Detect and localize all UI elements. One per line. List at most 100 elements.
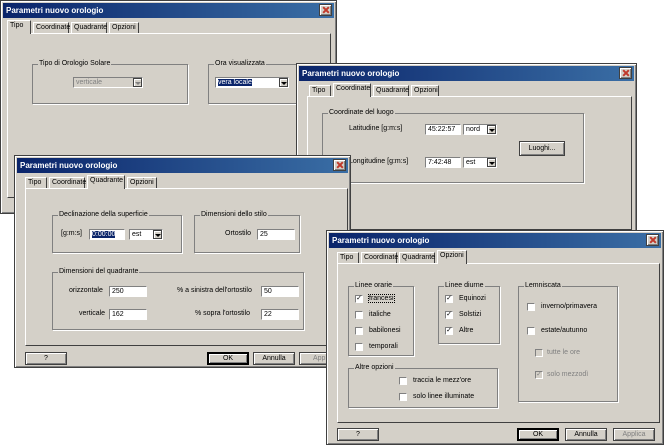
tab-coordinate[interactable]: Coordinate xyxy=(361,252,398,263)
left-percent-field[interactable]: 50 xyxy=(261,286,299,297)
window-title: Parametri nuovo orologio xyxy=(332,236,430,245)
horizontal-label: orizzontale xyxy=(69,287,103,294)
group-label: Altre opzioni xyxy=(354,364,395,371)
ok-button[interactable]: OK xyxy=(517,428,559,441)
babilonesi-checkbox[interactable] xyxy=(355,327,363,335)
estate-checkbox[interactable] xyxy=(527,327,535,335)
title-bar[interactable]: Parametri nuovo orologio xyxy=(329,233,661,248)
chevron-down-icon[interactable] xyxy=(487,125,496,134)
solo-mezzodi-checkbox: ✓ xyxy=(535,371,543,379)
ortostilo-field[interactable]: 25 xyxy=(257,229,295,240)
cancel-button[interactable]: Annulla xyxy=(253,352,295,365)
title-bar[interactable]: Parametri nuovo orologio xyxy=(299,66,634,81)
latitude-label: Latitudine [g:m:s] xyxy=(349,125,403,132)
tab-panel: Declinazione della superficie [g:m:s] 0:… xyxy=(25,188,348,346)
close-icon[interactable] xyxy=(333,159,346,171)
francesi-label: francesi xyxy=(368,294,395,303)
apply-button: Applica xyxy=(613,428,655,441)
tab-quadrante[interactable]: Quadrante xyxy=(373,85,409,96)
close-icon[interactable] xyxy=(646,234,659,246)
temporali-label: temporali xyxy=(369,343,398,350)
group-stilo: Dimensioni dello stilo Ortostilo 25 xyxy=(194,211,300,253)
tab-tipo[interactable]: Tipo xyxy=(7,20,31,34)
cancel-button[interactable]: Annulla xyxy=(565,428,607,441)
horizontal-field[interactable]: 250 xyxy=(109,286,147,297)
mezzore-label: traccia le mezz'ore xyxy=(413,377,472,384)
tab-opzioni[interactable]: Opzioni xyxy=(127,177,157,188)
declination-field[interactable]: 0:00:00 xyxy=(89,229,125,240)
group-label: Lemniscata xyxy=(524,282,562,289)
tab-opzioni[interactable]: Opzioni xyxy=(437,250,467,264)
longitude-label: Longitudine [g:m:s] xyxy=(349,158,409,165)
tab-coordinate[interactable]: Coordinate xyxy=(333,83,371,97)
time-shown-select[interactable]: vera locale xyxy=(215,77,289,88)
chevron-down-icon[interactable] xyxy=(487,158,496,167)
latitude-direction-select[interactable]: nord xyxy=(463,124,497,135)
title-bar[interactable]: Parametri nuovo orologio xyxy=(17,158,348,173)
window-title: Parametri nuovo orologio xyxy=(302,69,400,78)
time-shown-value: vera locale xyxy=(218,79,252,86)
help-button[interactable]: ? xyxy=(337,428,379,441)
above-percent-field[interactable]: 22 xyxy=(261,309,299,320)
tutte-ore-checkbox xyxy=(535,349,543,357)
babilonesi-label: babilonesi xyxy=(369,327,401,334)
altre-checkbox[interactable]: ✓ xyxy=(445,327,453,335)
tab-quadrante[interactable]: Quadrante xyxy=(399,252,435,263)
tab-panel: Linee orarie ✓ francesi italiche babilon… xyxy=(337,263,660,423)
close-icon[interactable] xyxy=(619,67,632,79)
illuminate-label: solo linee illuminate xyxy=(413,393,475,400)
title-bar[interactable]: Parametri nuovo orologio xyxy=(3,3,334,18)
group-label: Dimensioni del quadrante xyxy=(58,268,140,275)
ortostilo-label: Ortostilo xyxy=(225,230,252,237)
close-icon[interactable] xyxy=(319,4,332,16)
tab-quadrante[interactable]: Quadrante xyxy=(71,22,107,33)
declination-value: 0:00:00 xyxy=(92,231,116,238)
equinozi-checkbox[interactable]: ✓ xyxy=(445,295,453,303)
window-title: Parametri nuovo orologio xyxy=(6,6,104,15)
longitude-direction-select[interactable]: est xyxy=(463,157,497,168)
declination-label: [g:m:s] xyxy=(61,230,83,237)
latitude-field[interactable]: 45:22:57 xyxy=(425,124,461,135)
altre-label: Altre xyxy=(459,327,474,334)
tab-opzioni[interactable]: Opzioni xyxy=(109,22,139,33)
francesi-checkbox[interactable]: ✓ xyxy=(355,295,363,303)
temporali-checkbox[interactable] xyxy=(355,343,363,351)
tab-panel: Coordinate del luogo Latitudine [g:m:s] … xyxy=(307,96,632,230)
longitude-field[interactable]: 7:42:48 xyxy=(425,157,461,168)
places-button[interactable]: Luoghi... xyxy=(519,141,565,156)
tab-tipo[interactable]: Tipo xyxy=(309,85,331,96)
latitude-direction-value: nord xyxy=(466,126,481,133)
group-label: Linee diurne xyxy=(444,282,485,289)
tab-tipo[interactable]: Tipo xyxy=(337,252,359,263)
inverno-checkbox[interactable] xyxy=(527,303,535,311)
help-button[interactable]: ? xyxy=(25,352,67,365)
vertical-field[interactable]: 162 xyxy=(109,309,147,320)
solstizi-checkbox[interactable]: ✓ xyxy=(445,311,453,319)
group-label: Ora visualizzata xyxy=(214,60,266,67)
italiche-checkbox[interactable] xyxy=(355,311,363,319)
chevron-down-icon[interactable] xyxy=(153,230,162,239)
illuminate-checkbox[interactable] xyxy=(399,393,407,401)
solar-type-select: verticale xyxy=(73,77,143,88)
tab-opzioni[interactable]: Opzioni xyxy=(411,85,439,96)
chevron-down-icon[interactable] xyxy=(279,78,288,87)
mezzore-checkbox[interactable] xyxy=(399,377,407,385)
dialog-opzioni: Parametri nuovo orologio Tipo Coordinate… xyxy=(326,230,664,445)
ok-button[interactable]: OK xyxy=(207,352,249,365)
solo-mezzodi-label: solo mezzodì xyxy=(547,371,589,378)
vertical-label: verticale xyxy=(79,310,106,317)
tab-quadrante[interactable]: Quadrante xyxy=(87,175,125,189)
tab-tipo[interactable]: Tipo xyxy=(25,177,47,188)
tab-coordinate[interactable]: Coordinate xyxy=(33,22,70,33)
solar-type-value: verticale xyxy=(76,79,103,86)
tab-coordinate[interactable]: Coordinate xyxy=(49,177,86,188)
declination-direction-select[interactable]: est xyxy=(129,229,163,240)
group-dimensions: Dimensioni del quadrante orizzontale 250… xyxy=(52,268,304,330)
group-lemniscata: Lemniscata inverno/primavera estate/autu… xyxy=(518,282,618,402)
window-title: Parametri nuovo orologio xyxy=(20,161,118,170)
longitude-direction-value: est xyxy=(466,159,476,166)
solstizi-label: Solstizi xyxy=(459,311,482,318)
group-other-options: Altre opzioni traccia le mezz'ore solo l… xyxy=(348,364,498,408)
group-declination: Declinazione della superficie [g:m:s] 0:… xyxy=(52,211,182,253)
group-coordinates: Coordinate del luogo Latitudine [g:m:s] … xyxy=(322,109,584,183)
